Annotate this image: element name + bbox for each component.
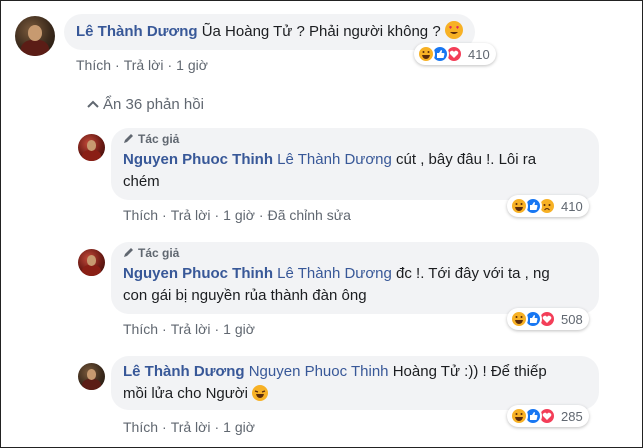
avatar[interactable] <box>78 249 105 276</box>
avatar[interactable] <box>78 134 105 161</box>
reaction-summary[interactable]: 410 <box>414 43 496 65</box>
edited-label[interactable]: Đã chỉnh sửa <box>268 207 351 223</box>
haha-icon <box>510 310 528 328</box>
reply-text: cút , bây đâu !. Lôi ra <box>396 151 537 168</box>
reaction-count: 285 <box>561 408 583 424</box>
pencil-icon <box>124 248 133 257</box>
mention[interactable]: Lê Thành Dương <box>277 265 392 282</box>
reaction-count: 410 <box>468 46 490 62</box>
reply-bubble: Tác giả Nguyen Phuoc Thinh Lê Thành Dươn… <box>111 128 599 200</box>
hide-replies-toggle[interactable]: Ẩn 36 phản hồi <box>87 96 204 113</box>
reply-author[interactable]: Nguyen Phuoc Thinh <box>123 265 273 282</box>
comment-text: Ũa Hoàng Tử ? Phải người không ? <box>201 23 441 40</box>
reaction-summary[interactable]: 285 <box>507 405 589 427</box>
reply-text-cont: con gái bị nguyền rủa thành đàn ông <box>123 287 367 304</box>
reply-actions: Thích · Trả lời · 1 giờ · Đã chỉnh sửa <box>123 207 351 223</box>
reply-link[interactable]: Trả lời <box>171 321 211 337</box>
haha-icon <box>510 197 528 215</box>
avatar[interactable] <box>78 363 105 390</box>
like-link[interactable]: Thích <box>123 419 158 435</box>
reaction-summary[interactable]: 508 <box>507 308 589 330</box>
author-badge: Tác giả <box>123 131 587 147</box>
author-badge: Tác giả <box>123 245 587 261</box>
mention[interactable]: Lê Thành Dương <box>277 151 392 168</box>
timestamp[interactable]: 1 giờ <box>223 321 255 337</box>
reply-text: Hoàng Tử :)) ! Để thiếp <box>392 363 547 380</box>
heart-eyes-emoji <box>444 21 463 39</box>
like-link[interactable]: Thích <box>123 321 158 337</box>
reply-text-cont: mồi lửa cho Người <box>123 385 248 402</box>
comment-author[interactable]: Lê Thành Dương <box>76 23 198 40</box>
reply-link[interactable]: Trả lời <box>124 57 164 73</box>
laughing-emoji <box>252 385 269 401</box>
like-link[interactable]: Thích <box>123 207 158 223</box>
reaction-count: 508 <box>561 311 583 327</box>
timestamp[interactable]: 1 giờ <box>223 207 255 223</box>
reply-bubble: Tác giả Nguyen Phuoc Thinh Lê Thành Dươn… <box>111 242 599 314</box>
reply-text-cont: chém <box>123 173 160 190</box>
reply-text: đc !. Tới đây với ta , ng <box>396 265 550 282</box>
reply-actions: Thích · Trả lời · 1 giờ <box>123 321 255 337</box>
timestamp[interactable]: 1 giờ <box>176 57 208 73</box>
pencil-icon <box>124 134 133 143</box>
reply-link[interactable]: Trả lời <box>171 419 211 435</box>
mention[interactable]: Nguyen Phuoc Thinh <box>249 363 389 380</box>
reaction-summary[interactable]: 410 <box>507 195 589 217</box>
like-link[interactable]: Thích <box>76 57 111 73</box>
comment-bubble: Lê Thành Dương Ũa Hoàng Tử ? Phải người … <box>64 14 475 50</box>
avatar[interactable] <box>15 16 55 56</box>
chevron-up-icon <box>87 100 99 108</box>
reply-author[interactable]: Lê Thành Dương <box>123 363 245 380</box>
reply-author[interactable]: Nguyen Phuoc Thinh <box>123 151 273 168</box>
reaction-count: 410 <box>561 198 583 214</box>
haha-icon <box>417 45 435 63</box>
reply-bubble: Lê Thành Dương Nguyen Phuoc Thinh Hoàng … <box>111 356 599 410</box>
haha-icon <box>510 407 528 425</box>
comment-actions: Thích · Trả lời · 1 giờ <box>76 57 208 73</box>
timestamp[interactable]: 1 giờ <box>223 419 255 435</box>
reply-actions: Thích · Trả lời · 1 giờ <box>123 419 255 435</box>
reply-link[interactable]: Trả lời <box>171 207 211 223</box>
replies-toggle-label: Ẩn 36 phản hồi <box>103 96 204 113</box>
